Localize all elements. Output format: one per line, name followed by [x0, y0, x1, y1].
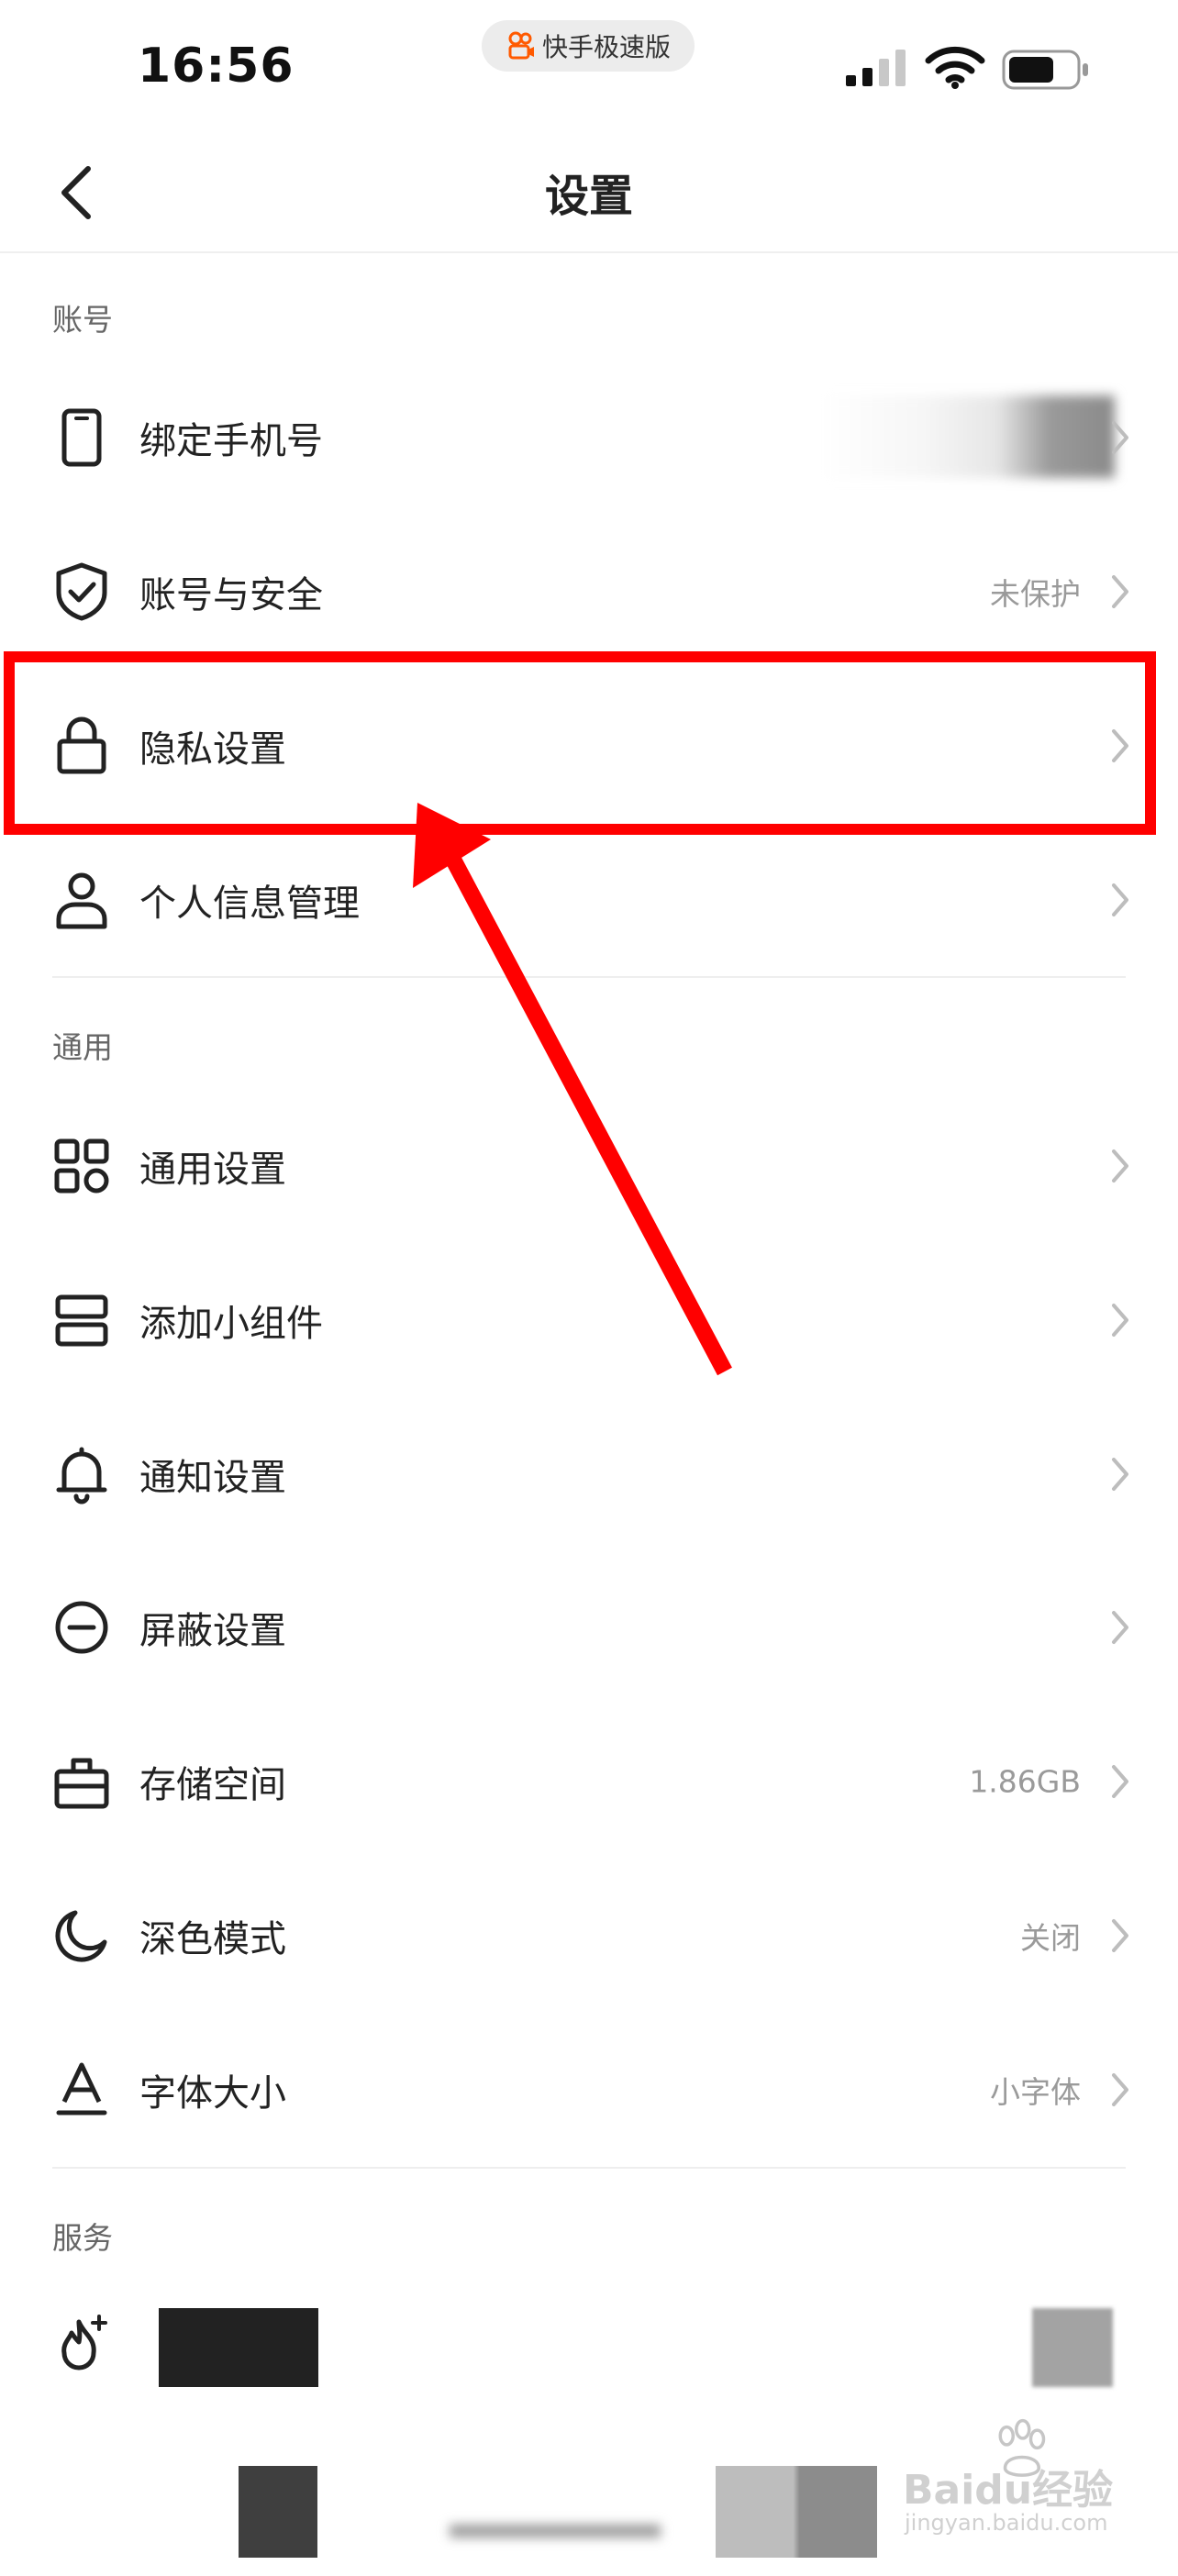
row-account-security[interactable]: 账号与安全 未保护: [0, 515, 1178, 669]
watermark-text: Baidu经验: [903, 2467, 1114, 2514]
row-bind-phone[interactable]: 绑定手机号: [0, 361, 1178, 515]
row-add-widget[interactable]: 添加小组件: [0, 1243, 1178, 1397]
back-to-app-pill[interactable]: 快手极速版: [482, 20, 695, 72]
row-general-settings[interactable]: 通用设置: [0, 1089, 1178, 1243]
blurred-service-value: [1032, 2308, 1113, 2387]
highlight-annotation-box: [4, 651, 1156, 835]
widget-icon: [55, 1294, 108, 1347]
chevron-right-icon: [1112, 1611, 1128, 1644]
blurred-phone-number: [821, 395, 1115, 478]
row-storage[interactable]: 存储空间 1.86GB: [0, 1704, 1178, 1859]
kuaishou-logo-icon: [508, 31, 534, 60]
row-label: 账号与安全: [139, 574, 323, 616]
row-label: 个人信息管理: [139, 883, 360, 925]
section-header-service: 服务: [52, 2220, 113, 2256]
row-value: 1.86GB: [969, 1763, 1081, 1800]
storage-box-icon: [54, 1758, 109, 1809]
shield-check-icon: [56, 562, 107, 621]
row-label: 存储空间: [139, 1764, 286, 1806]
row-dark-mode[interactable]: 深色模式 关闭: [0, 1859, 1178, 2013]
row-service-item[interactable]: [0, 2266, 1178, 2420]
cellular-signal-icon: [846, 50, 906, 86]
blurred-block: [716, 2466, 877, 2558]
chevron-right-icon: [1112, 575, 1128, 608]
row-label: 字体大小: [139, 2072, 286, 2115]
chevron-right-icon: [1112, 421, 1128, 454]
status-bar: 16:56 快手极速版: [0, 0, 1178, 128]
battery-icon: [1002, 50, 1088, 90]
page-title: 设置: [544, 171, 633, 222]
row-block-settings[interactable]: 屏蔽设置: [0, 1550, 1178, 1704]
chevron-right-icon: [1112, 883, 1128, 916]
phone-icon: [61, 408, 102, 467]
row-label: 深色模式: [139, 1918, 286, 1960]
moon-icon: [55, 1910, 107, 1962]
row-value: 小字体: [990, 2074, 1081, 2110]
row-font-size[interactable]: 字体大小 小字体: [0, 2013, 1178, 2167]
row-label: 添加小组件: [139, 1303, 323, 1345]
status-time: 16:56: [138, 39, 294, 94]
watermark-subtext: jingyan.baidu.com: [905, 2510, 1108, 2536]
chevron-right-icon: [1112, 2073, 1128, 2106]
chevron-right-icon: [1112, 1149, 1128, 1183]
chevron-right-icon: [1112, 1304, 1128, 1337]
blurred-service-label: [159, 2308, 318, 2387]
blurred-block: [450, 2525, 661, 2537]
section-header-general: 通用: [52, 1029, 113, 1065]
block-icon: [55, 1601, 108, 1654]
person-icon: [56, 872, 107, 929]
grid-icon: [54, 1138, 109, 1194]
row-label: 绑定手机号: [139, 420, 323, 462]
app-name-label: 快手极速版: [541, 32, 671, 62]
row-label: 屏蔽设置: [139, 1610, 286, 1652]
section-divider: [52, 976, 1126, 978]
baidu-jingyan-watermark: Baidu经验 jingyan.baidu.com: [881, 2418, 1165, 2537]
row-notification-settings[interactable]: 通知设置: [0, 1397, 1178, 1551]
blurred-block: [239, 2466, 317, 2558]
row-value: 未保护: [990, 576, 1081, 612]
section-divider: [52, 2167, 1126, 2169]
bell-icon: [56, 1447, 107, 1505]
flame-plus-icon: [61, 2315, 107, 2371]
row-label: 通用设置: [139, 1149, 286, 1191]
row-value: 关闭: [1020, 1920, 1081, 1956]
chevron-right-icon: [1112, 1765, 1128, 1798]
wifi-icon: [925, 46, 985, 89]
section-header-account: 账号: [52, 302, 113, 338]
row-label: 通知设置: [139, 1457, 286, 1499]
row-personal-info[interactable]: 个人信息管理: [0, 823, 1178, 977]
chevron-right-icon: [1112, 1919, 1128, 1952]
font-size-icon: [56, 2062, 107, 2115]
navigation-bar: 设置: [0, 128, 1178, 253]
chevron-right-icon: [1112, 1458, 1128, 1491]
